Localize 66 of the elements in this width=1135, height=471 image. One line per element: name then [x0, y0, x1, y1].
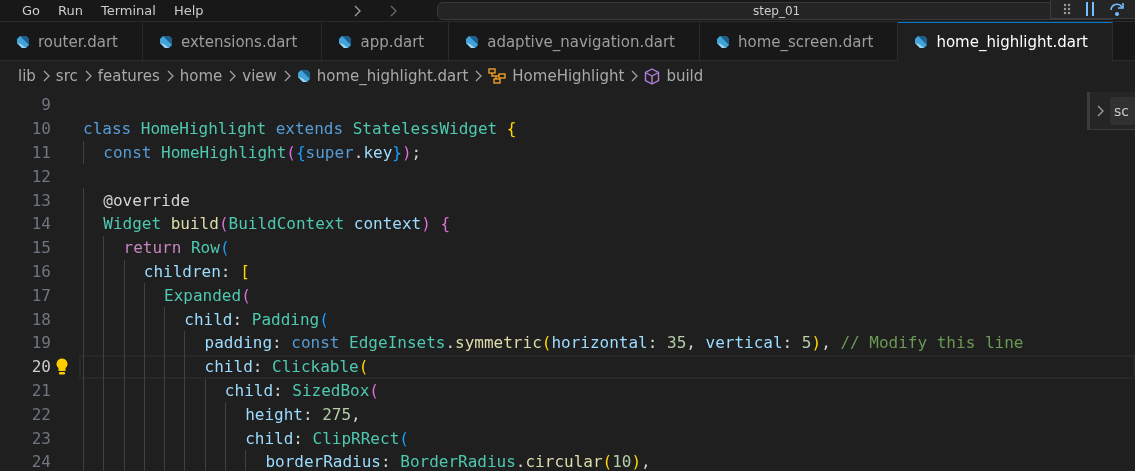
code-line: Expanded( [79, 283, 1135, 308]
code-line: child: SizedBox( [79, 378, 1135, 403]
dart-file-icon [465, 34, 480, 49]
code-line: children: [ [79, 259, 1135, 284]
chevron-icon [41, 70, 50, 82]
menu-item[interactable]: Go [0, 3, 50, 18]
line-number: 24 [30, 452, 51, 471]
back-icon [352, 4, 361, 17]
chevron-icon [282, 70, 291, 82]
chevron-icon [228, 70, 237, 82]
chevron-icon [474, 70, 483, 82]
breadcrumb-item[interactable]: build [666, 67, 704, 85]
pause-icon[interactable] [1085, 2, 1095, 16]
code-line: const HomeHighlight({super.key}); [79, 140, 1135, 165]
code-line: Widget build(BuildContext context) { [79, 212, 1135, 236]
editor-tab[interactable]: home_highlight.dart [898, 22, 1113, 61]
grip-icon[interactable] [1063, 3, 1071, 15]
dart-file-icon [716, 34, 730, 49]
line-number: 16 [30, 261, 51, 281]
line-number: 23 [30, 428, 51, 448]
code-line: padding: const EdgeInsets.symmetric(horizontal: 35, vertical: 5), // Modify this line [79, 330, 1135, 355]
line-number: 11 [30, 143, 51, 162]
breadcrumb-item[interactable]: lib [18, 67, 36, 85]
line-number: 15 [30, 238, 51, 258]
dart-file-icon [338, 34, 353, 49]
line-number: 22 [30, 404, 51, 424]
code-line: @override [79, 188, 1135, 212]
breadcrumb-item[interactable]: view [242, 67, 277, 85]
expand-icon [1096, 104, 1104, 117]
menu-item[interactable]: Terminal [91, 3, 165, 18]
class-icon [488, 68, 507, 84]
dart-file-icon [914, 35, 929, 49]
line-number: 21 [30, 380, 51, 400]
line-number: 14 [30, 214, 51, 234]
breadcrumb-item[interactable]: home_highlight.dart [316, 67, 469, 85]
breadcrumb-item[interactable]: home [179, 67, 223, 85]
chevron-icon [83, 70, 92, 82]
code-line: borderRadius: BorderRadius.circular(10), [79, 449, 1135, 471]
forward-icon[interactable] [388, 4, 397, 17]
code-line: child: ClipRRect( [79, 426, 1135, 450]
dart-file-icon [158, 34, 173, 49]
line-number: 17 [30, 285, 51, 305]
dart-file-icon [296, 69, 311, 83]
menu-item[interactable]: Run [49, 3, 92, 18]
code-line: return Row( [79, 235, 1135, 260]
line-number: 10 [30, 119, 51, 139]
step-over-icon[interactable] [1109, 2, 1125, 16]
line-number: 12 [30, 166, 51, 186]
code-line: child: Padding( [79, 307, 1135, 331]
code-line: height: 275, [79, 402, 1135, 427]
lightbulb-icon[interactable] [56, 357, 68, 375]
line-number: 18 [30, 309, 51, 329]
line-number: 9 [40, 95, 51, 115]
breadcrumb-item[interactable]: HomeHighlight [512, 67, 625, 85]
find-field[interactable]: sc [1110, 96, 1135, 125]
breadcrumb-item[interactable]: features [97, 67, 160, 85]
line-number: 19 [30, 333, 51, 353]
line-number: 13 [30, 190, 51, 210]
line-number: 20 [30, 357, 51, 377]
menu-item[interactable]: Help [164, 3, 213, 18]
chevron-icon [630, 70, 639, 82]
dart-file-icon [16, 34, 30, 49]
chevron-icon [165, 70, 174, 82]
code-line: class HomeHighlight extends StatelessWidget { [82, 118, 518, 141]
breadcrumb-item[interactable]: src [55, 67, 78, 85]
cube-icon [644, 67, 661, 85]
